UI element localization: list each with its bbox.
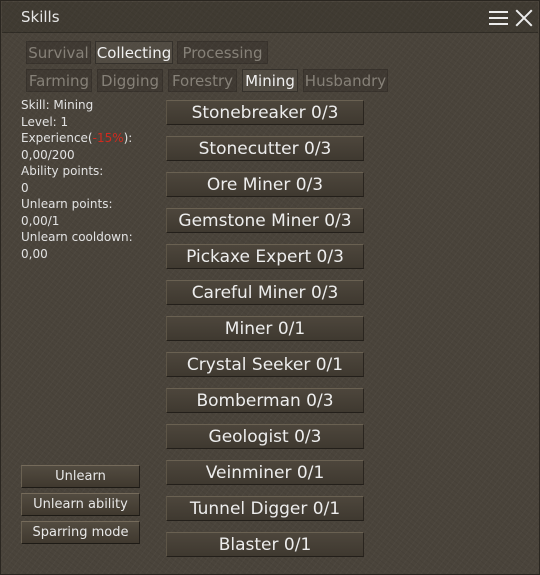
tab-processing[interactable]: Processing xyxy=(177,41,268,64)
ability-veinminer[interactable]: Veinminer 0/1 xyxy=(166,460,364,485)
title-bar[interactable]: Skills xyxy=(2,2,538,33)
ability-careful-miner[interactable]: Careful Miner 0/3 xyxy=(166,280,364,305)
experience-prefix: Experience( xyxy=(21,131,93,145)
experience-suffix: ): xyxy=(123,131,133,145)
hamburger-menu-icon[interactable] xyxy=(489,10,508,26)
experience-value: 0,00/200 xyxy=(21,148,75,162)
skill-level: Level: 1 xyxy=(21,115,69,129)
ability-geologist[interactable]: Geologist 0/3 xyxy=(166,424,364,449)
ability-bomberman[interactable]: Bomberman 0/3 xyxy=(166,388,364,413)
ability-gemstone-miner[interactable]: Gemstone Miner 0/3 xyxy=(166,208,364,233)
unlearn-points-label: Unlearn points: xyxy=(21,197,113,211)
tab-survival[interactable]: Survival xyxy=(26,41,91,64)
ability-points-value: 0 xyxy=(21,181,29,195)
tab-digging[interactable]: Digging xyxy=(97,69,163,92)
window-title: Skills xyxy=(21,8,60,26)
tab-mining[interactable]: Mining xyxy=(242,69,298,92)
experience-penalty: -15% xyxy=(92,131,124,145)
unlearn-points-value: 0,00/1 xyxy=(21,214,60,228)
ability-blaster[interactable]: Blaster 0/1 xyxy=(166,532,364,557)
tab-husbandry[interactable]: Husbandry xyxy=(303,69,388,92)
ability-points-label: Ability points: xyxy=(21,164,104,178)
unlearn-button[interactable]: Unlearn xyxy=(21,465,140,488)
experience-label: Experience(-15%): xyxy=(21,131,132,145)
skill-name: Skill: Mining xyxy=(21,98,94,112)
ability-tunnel-digger[interactable]: Tunnel Digger 0/1 xyxy=(166,496,364,521)
close-icon[interactable] xyxy=(514,9,533,27)
ability-pickaxe-expert[interactable]: Pickaxe Expert 0/3 xyxy=(166,244,364,269)
unlearn-ability-button[interactable]: Unlearn ability xyxy=(21,493,140,516)
ability-stonecutter[interactable]: Stonecutter 0/3 xyxy=(166,136,364,161)
tab-forestry[interactable]: Forestry xyxy=(168,69,237,92)
sparring-mode-button[interactable]: Sparring mode xyxy=(21,521,140,544)
ability-miner[interactable]: Miner 0/1 xyxy=(166,316,364,341)
ability-crystal-seeker[interactable]: Crystal Seeker 0/1 xyxy=(166,352,364,377)
tab-farming[interactable]: Farming xyxy=(26,69,92,92)
unlearn-cooldown-label: Unlearn cooldown: xyxy=(21,230,133,244)
ability-ore-miner[interactable]: Ore Miner 0/3 xyxy=(166,172,364,197)
tab-collecting[interactable]: Collecting xyxy=(95,41,173,64)
ability-stonebreaker[interactable]: Stonebreaker 0/3 xyxy=(166,100,364,125)
skills-window: Skills Survival Collecting Processing Fa… xyxy=(0,0,540,575)
unlearn-cooldown-value: 0,00 xyxy=(21,247,48,261)
